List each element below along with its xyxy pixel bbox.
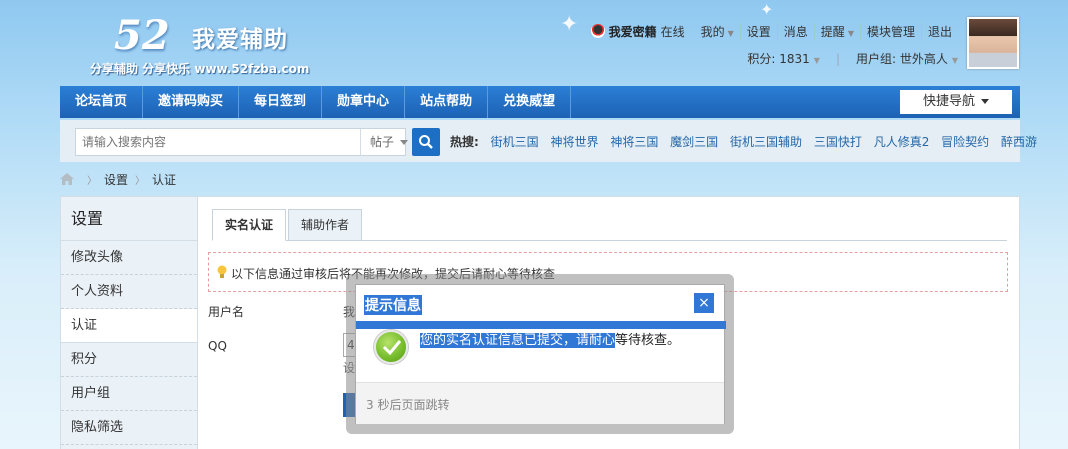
- hot-term[interactable]: 三国快打: [814, 135, 862, 149]
- hot-search: 热搜: 街机三国 神将世界 神将三国 魔剑三国 街机三国辅助 三国快打 凡人修真…: [450, 133, 1045, 150]
- settings-link[interactable]: 设置: [739, 22, 777, 40]
- nav-site-help[interactable]: 站点帮助: [405, 86, 489, 118]
- quick-nav-label: 快捷导航: [922, 94, 975, 109]
- search-button[interactable]: [412, 128, 440, 156]
- dialog-title: 提示信息: [364, 295, 422, 315]
- user-avatar[interactable]: [967, 17, 1019, 69]
- dialog-selection-bar: [356, 321, 726, 329]
- usergroup-text: 用户组: 世外高人: [855, 52, 948, 66]
- chevron-down-icon: ▼: [847, 28, 854, 38]
- checkmark-icon: [382, 340, 402, 355]
- chevron-right-icon: 〉: [87, 175, 97, 187]
- chevron-down-icon: [400, 140, 409, 145]
- chevron-right-icon: 〉: [135, 175, 146, 187]
- tab-bar: 实名认证 辅助作者: [212, 209, 364, 241]
- hot-term[interactable]: 凡人修真2: [874, 135, 930, 149]
- hot-term[interactable]: 冒险契约: [941, 135, 989, 149]
- username-label: 用户名: [208, 305, 245, 319]
- sidebar-item-verify[interactable]: 认证: [61, 309, 197, 343]
- chevron-down-icon: ▼: [727, 28, 734, 38]
- quick-nav-button[interactable]: 快捷导航: [900, 90, 1012, 114]
- tab-realname[interactable]: 实名认证: [212, 209, 287, 241]
- sidebar-item-profile[interactable]: 个人资料: [61, 275, 197, 309]
- usergroup-menu[interactable]: 用户组: 世外高人 ▼: [856, 50, 958, 67]
- chevron-down-icon: ▼: [951, 56, 958, 65]
- logout-link[interactable]: 退出: [920, 22, 958, 40]
- dialog-footer: 3 秒后页面跳转: [356, 382, 724, 424]
- breadcrumb: 〉 设置 〉 认证: [60, 170, 176, 188]
- reminders-label: 提醒: [820, 24, 845, 39]
- nav-exchange[interactable]: 兑换威望: [488, 86, 572, 118]
- logo-slogan: 分享辅助 分享快乐 www.52fzba.com: [90, 62, 310, 76]
- breadcrumb-current: 认证: [152, 172, 177, 187]
- messages-link[interactable]: 消息: [776, 22, 814, 40]
- dialog-message-rest: 等待核查。: [615, 333, 681, 348]
- divider: |: [835, 51, 840, 66]
- alert-dialog: 提示信息 × 您的实名认证信息已提交，请耐心等待核查。 3 秒后页面跳转: [355, 284, 726, 424]
- user-topbar: 我爱密籍 在线 我的 ▼ 设置 消息 提醒 ▼ 模块管理 退出: [590, 22, 958, 40]
- dialog-message: 您的实名认证信息已提交，请耐心等待核查。: [420, 329, 680, 348]
- lightbulb-icon: [217, 265, 227, 278]
- hot-term[interactable]: 神将世界: [550, 135, 598, 149]
- settings-sidebar: 设置 修改头像 个人资料 认证 积分 用户组 隐私筛选: [60, 196, 198, 449]
- nav-medal-center[interactable]: 勋章中心: [322, 86, 406, 118]
- search-icon: [419, 135, 433, 149]
- breadcrumb-settings[interactable]: 设置: [104, 171, 128, 188]
- sidebar-item-points[interactable]: 积分: [61, 343, 197, 377]
- username-link[interactable]: 我爱密籍: [609, 23, 657, 40]
- header: 52 我爱辅助 分享辅助 分享快乐 www.52fzba.com ✦ ✦ 我爱密…: [0, 0, 1068, 86]
- hot-term[interactable]: 街机三国: [491, 135, 539, 149]
- nav-invite-code[interactable]: 邀请码购买: [143, 86, 240, 118]
- my-menu[interactable]: 我的 ▼: [695, 23, 740, 40]
- my-menu-label: 我的: [700, 24, 725, 39]
- logo-number: 52: [114, 12, 170, 59]
- hot-search-label: 热搜:: [450, 135, 479, 149]
- qq-icon: [590, 24, 605, 38]
- points-menu[interactable]: 积分: 1831 ▼: [747, 50, 820, 67]
- hot-term[interactable]: 魔剑三国: [670, 135, 718, 149]
- search-type-label: 帖子: [370, 135, 395, 149]
- tab-author[interactable]: 辅助作者: [288, 209, 363, 241]
- logo-name: 我爱辅助: [192, 27, 288, 53]
- sidebar-item-avatar[interactable]: 修改头像: [61, 241, 197, 275]
- home-icon[interactable]: [60, 173, 74, 185]
- star-decoration-icon: ✦: [560, 12, 579, 37]
- dialog-message-highlighted: 您的实名认证信息已提交，请耐心: [420, 333, 616, 348]
- module-manage-link[interactable]: 模块管理: [859, 22, 921, 40]
- sidebar-item-privacy[interactable]: 隐私筛选: [61, 411, 197, 445]
- hot-term[interactable]: 神将三国: [610, 135, 658, 149]
- star-decoration-icon: ✦: [760, 0, 774, 19]
- points-text: 积分: 1831: [747, 52, 810, 66]
- close-icon[interactable]: ×: [694, 293, 714, 313]
- sidebar-item-usergroup[interactable]: 用户组: [61, 377, 197, 411]
- site-logo[interactable]: 52 我爱辅助 分享辅助 分享快乐 www.52fzba.com: [88, 8, 348, 78]
- qq-label: QQ: [208, 339, 227, 353]
- reminders-menu[interactable]: 提醒 ▼: [813, 22, 860, 40]
- nav-forum-home[interactable]: 论坛首页: [60, 86, 144, 118]
- online-status: 在线: [660, 24, 685, 39]
- main-nav: 论坛首页 邀请码购买 每日签到 勋章中心 站点帮助 兑换威望 快捷导航: [60, 86, 1020, 118]
- user-stats: 积分: 1831 ▼ | 用户组: 世外高人 ▼: [747, 50, 958, 67]
- hot-term[interactable]: 醉西游: [1001, 135, 1037, 149]
- dialog-header: 提示信息 ×: [356, 285, 724, 321]
- search-bar: 帖子 热搜: 街机三国 神将世界 神将三国 魔剑三国 街机三国辅助 三国快打 凡…: [60, 120, 1037, 162]
- search-input[interactable]: [76, 129, 336, 155]
- nav-daily-checkin[interactable]: 每日签到: [239, 86, 323, 118]
- hot-term[interactable]: 街机三国辅助: [730, 135, 802, 149]
- success-check-icon: [374, 330, 408, 364]
- sidebar-title: 设置: [61, 197, 197, 241]
- search-box: 帖子: [75, 128, 409, 156]
- chevron-down-icon: [981, 99, 989, 104]
